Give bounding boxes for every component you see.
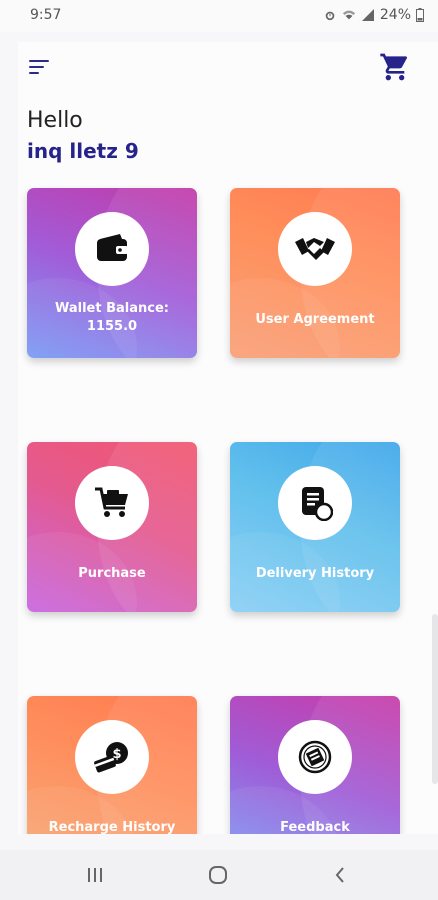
- tile-label: Delivery History: [255, 566, 375, 581]
- handshake-icon: [295, 238, 335, 260]
- status-bar: 9:57 24%: [0, 0, 438, 32]
- tile-label: Purchase: [78, 566, 146, 581]
- greeting-username: inq lletz 9: [27, 139, 139, 163]
- wallet-icon: [97, 234, 128, 261]
- tile-wallet-balance[interactable]: Wallet Balance: 1155.0: [27, 188, 197, 358]
- tile-feedback[interactable]: Feedback: [230, 696, 400, 834]
- tile-purchase[interactable]: Purchase: [27, 442, 197, 612]
- delivery-document-icon: [302, 487, 333, 521]
- battery-icon: [416, 8, 424, 22]
- tile-icon-circle: [75, 466, 149, 540]
- tile-icon-circle: [278, 466, 352, 540]
- tile-label: Feedback: [280, 820, 350, 834]
- tile-icon-circle: [278, 212, 352, 286]
- status-icons: 24%: [323, 7, 424, 23]
- tile-delivery-history[interactable]: Delivery History: [230, 442, 400, 612]
- greeting-hello: Hello: [27, 108, 83, 133]
- tile-label: Wallet Balance: 1155.0: [54, 301, 169, 334]
- recent-apps-icon[interactable]: [86, 864, 104, 886]
- tile-user-agreement[interactable]: User Agreement: [230, 188, 400, 358]
- home-icon[interactable]: [207, 864, 229, 886]
- coin-card-icon: $: [94, 742, 128, 773]
- tile-icon-circle: $: [75, 720, 149, 794]
- system-navigation-bar: [0, 850, 438, 900]
- wifi-icon: [342, 10, 355, 20]
- feedback-icon: [298, 740, 332, 774]
- signal-icon: [361, 9, 374, 21]
- tile-label: User Agreement: [255, 312, 375, 327]
- battery-percent: 24%: [379, 7, 411, 23]
- shopping-cart-icon: [95, 487, 128, 517]
- scroll-indicator[interactable]: [432, 614, 438, 784]
- app-content: Hello inq lletz 9 Wallet Balance: 1155.0…: [18, 42, 438, 834]
- hamburger-menu-icon[interactable]: [29, 60, 51, 76]
- tile-label: Recharge History: [48, 820, 176, 834]
- tile-icon-circle: [75, 212, 149, 286]
- status-time: 9:57: [30, 7, 62, 23]
- alarm-icon: [325, 11, 335, 21]
- back-icon[interactable]: [332, 864, 348, 886]
- tile-icon-circle: [278, 720, 352, 794]
- tile-recharge-history[interactable]: $ Recharge History: [27, 696, 197, 834]
- shopping-cart-icon[interactable]: [378, 51, 412, 83]
